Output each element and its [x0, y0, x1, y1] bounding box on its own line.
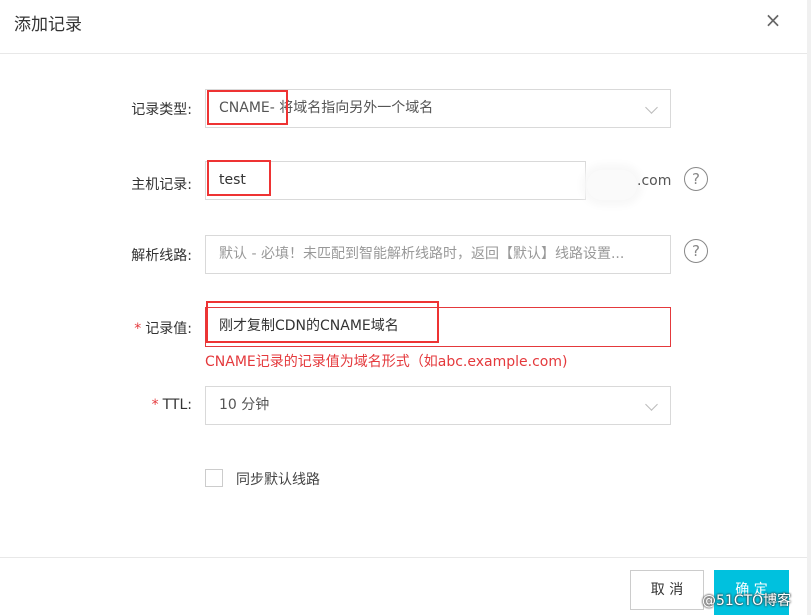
record-value-error: CNAME记录的记录值为域名形式（如abc.example.com): [205, 354, 568, 370]
resolution-line-select[interactable]: 默认 - 必填！未匹配到智能解析线路时，返回【默认】线路设置...: [205, 235, 671, 274]
record-type-value: CNAME- 将域名指向另外一个域名: [219, 100, 434, 116]
sync-default-line-checkbox[interactable]: [205, 469, 223, 487]
record-value-label-text: 记录值:: [145, 321, 192, 337]
help-icon-host[interactable]: ?: [684, 167, 708, 191]
record-value-input[interactable]: 刚才复制CDN的CNAME域名: [205, 307, 671, 347]
dialog-scrollbar-edge: [807, 0, 811, 615]
ttl-select[interactable]: 10 分钟: [205, 386, 671, 425]
cancel-button[interactable]: 取 消: [630, 570, 704, 610]
record-type-label: 记录类型:: [131, 102, 192, 118]
resolution-line-value: 默认 - 必填！未匹配到智能解析线路时，返回【默认】线路设置...: [219, 246, 625, 262]
required-mark: *: [134, 321, 142, 337]
add-record-dialog: 添加记录 × 记录类型: CNAME- 将域名指向另外一个域名 主机记录: te…: [0, 0, 811, 615]
ttl-label-text: TTL:: [162, 397, 192, 413]
dialog-title: 添加记录: [14, 15, 82, 35]
ttl-value: 10 分钟: [219, 397, 270, 413]
record-value-label: * 记录值:: [92, 318, 192, 338]
chevron-down-icon: [645, 398, 658, 411]
domain-suffix: .com: [637, 173, 672, 189]
record-value-text: 刚才复制CDN的CNAME域名: [219, 318, 399, 334]
watermark: @51CTO博客: [702, 593, 792, 609]
host-record-value: test: [219, 172, 246, 188]
help-icon-line[interactable]: ?: [684, 239, 708, 263]
close-icon[interactable]: ×: [764, 9, 782, 31]
chevron-down-icon: [645, 101, 658, 114]
record-type-select[interactable]: CNAME- 将域名指向另外一个域名: [205, 89, 671, 128]
ttl-label: * TTL:: [92, 397, 192, 413]
redacted-domain: [587, 170, 637, 200]
required-mark: *: [151, 397, 159, 413]
host-record-label: 主机记录:: [131, 177, 192, 193]
resolution-line-label: 解析线路:: [131, 248, 192, 264]
sync-default-line-label[interactable]: 同步默认线路: [236, 469, 320, 489]
dialog-header: 添加记录 ×: [0, 0, 811, 54]
host-record-input[interactable]: test: [205, 161, 586, 200]
